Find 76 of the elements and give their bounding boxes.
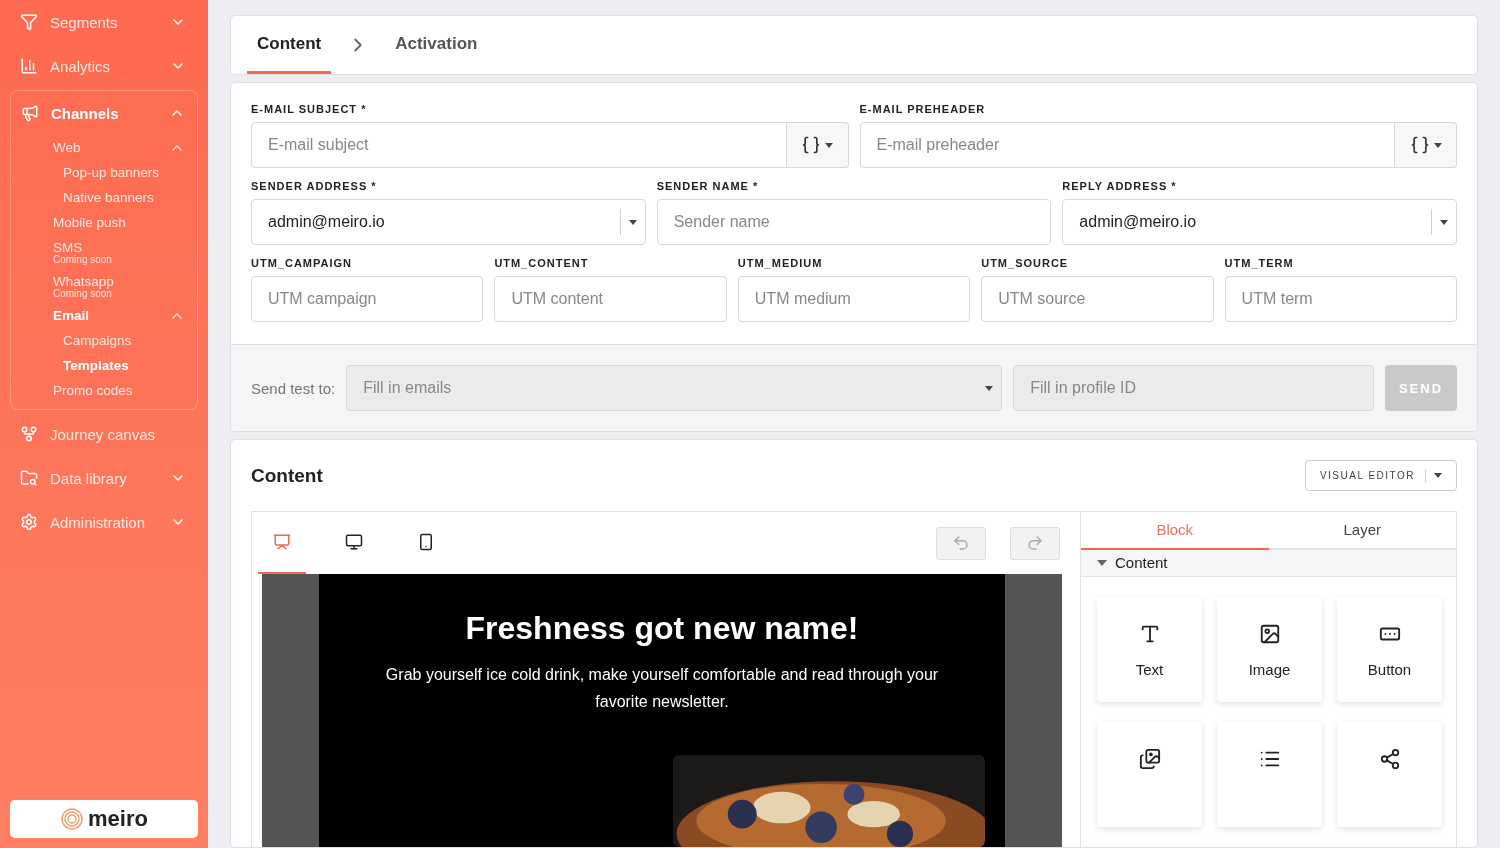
step-tab[interactable]: Activation (385, 16, 488, 74)
nav-item[interactable]: Web (11, 135, 197, 160)
email-headline: Freshness got new name! (465, 610, 859, 647)
coming-soon-note: Coming soon (53, 254, 113, 265)
coming-soon-note: Coming soon (53, 288, 112, 299)
logo: meiro (10, 800, 198, 838)
branch-icon (20, 425, 38, 443)
text-field[interactable]: E-mail preheader (859, 122, 1395, 168)
caret-icon (1440, 219, 1448, 225)
caret-icon (985, 385, 994, 391)
caret-icon (1434, 473, 1442, 478)
nav-item[interactable]: Campaigns (11, 328, 197, 353)
nav-item[interactable]: Promo codes (11, 378, 197, 403)
select-field[interactable]: admin@meiro.io (1062, 199, 1457, 245)
text-field[interactable]: Sender name (656, 199, 1052, 245)
text-field[interactable]: UTM source (981, 276, 1214, 322)
nav-item[interactable]: Templates (11, 353, 197, 378)
caret-icon (628, 219, 637, 225)
field-label: E-MAIL SUBJECT * (251, 103, 368, 115)
gears-icon (20, 513, 38, 531)
field-label: UTM_CONTENT (494, 257, 590, 269)
field-label: E-MAIL PREHEADER (859, 103, 987, 115)
field-label: UTM_CAMPAIGN (251, 257, 353, 269)
send-test-label: Send test to: (251, 379, 336, 397)
content-title: Content (251, 464, 323, 487)
nav-item[interactable]: Administration (10, 500, 198, 544)
nav-item[interactable]: Email (11, 303, 197, 328)
images-icon (1138, 748, 1161, 770)
personalization-button[interactable] (786, 122, 849, 168)
caret-icon (825, 142, 833, 148)
block-tile[interactable] (1337, 722, 1442, 827)
megaphone-icon (21, 104, 39, 122)
nav-item[interactable]: Mobile push (11, 210, 197, 235)
folder-search-icon (20, 469, 38, 487)
section-header[interactable]: Content (1081, 549, 1456, 577)
block-tile[interactable]: Button (1337, 597, 1442, 702)
nav-item[interactable]: Analytics (10, 44, 198, 88)
nav-item[interactable]: Pop-up banners (11, 160, 197, 185)
text-field[interactable]: UTM content (494, 276, 727, 322)
image-icon (1258, 623, 1281, 645)
block-tile[interactable]: Image (1217, 597, 1322, 702)
block-tile[interactable] (1097, 722, 1202, 827)
nav-item[interactable]: Data library (10, 456, 198, 500)
text-field[interactable]: UTM campaign (251, 276, 484, 322)
monitor-icon (345, 533, 363, 551)
braces-icon (801, 135, 821, 155)
nav-item[interactable]: Journey canvas (10, 412, 198, 456)
text-field[interactable]: UTM medium (737, 276, 971, 322)
braces-icon (1409, 135, 1430, 155)
text-field[interactable]: UTM term (1224, 276, 1457, 322)
presentation-icon (273, 533, 291, 551)
field-label: REPLY ADDRESS * (1062, 180, 1178, 192)
nav-item[interactable]: Channels (11, 91, 197, 135)
nav-item[interactable]: Segments (10, 0, 198, 44)
text-field[interactable]: E-mail subject (251, 122, 787, 168)
email-body-text: Grab yourself ice cold drink, make yourself comfortable and read through your favorite newsletter. (384, 665, 940, 712)
field-label: UTM_TERM (1224, 257, 1295, 269)
editor-mode-button[interactable]: VISUAL EDITOR (1304, 460, 1457, 491)
block-tile[interactable]: Text (1097, 597, 1202, 702)
field-label: SENDER NAME * (656, 180, 760, 192)
bar-chart-icon (20, 57, 38, 75)
share-icon (1378, 748, 1401, 770)
redo-icon (1026, 534, 1044, 552)
field-label: UTM_MEDIUM (737, 257, 824, 269)
logo-icon (60, 807, 85, 831)
caret-icon (1433, 142, 1442, 148)
step-tab[interactable]: Content (247, 16, 332, 74)
select-field[interactable]: admin@meiro.io (251, 199, 646, 245)
field-label: UTM_SOURCE (981, 257, 1070, 269)
undo-icon (952, 534, 970, 552)
block-tile[interactable] (1217, 722, 1322, 827)
field-label: SENDER ADDRESS * (251, 180, 378, 192)
nav-item[interactable]: Native banners (11, 185, 197, 210)
smartphone-icon (417, 533, 435, 551)
personalization-button[interactable] (1395, 122, 1457, 168)
filter-icon (20, 13, 38, 31)
